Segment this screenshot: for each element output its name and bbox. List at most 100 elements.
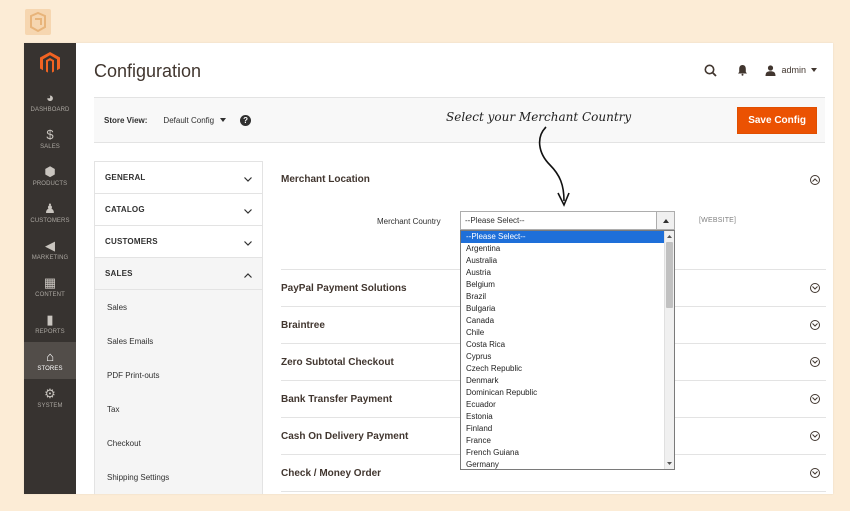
- nav-label: PRODUCTS: [32, 180, 68, 187]
- country-dropdown[interactable]: --Please Select-- Argentina Australia Austr…: [460, 230, 675, 470]
- nav-label: SYSTEM: [37, 402, 63, 409]
- collapse-icon[interactable]: [810, 174, 820, 185]
- user-name: admin: [781, 65, 806, 75]
- save-config-button[interactable]: Save Config: [737, 107, 817, 134]
- nav-label: CONTENT: [35, 291, 65, 298]
- megaphone-icon: ◀: [45, 237, 55, 253]
- merchant-country-label: Merchant Country: [377, 217, 441, 226]
- box-icon: ⬢: [44, 163, 56, 179]
- country-option[interactable]: --Please Select--: [461, 231, 665, 243]
- merchant-country-select[interactable]: --Please Select--: [460, 211, 675, 230]
- country-option[interactable]: Germany: [461, 459, 665, 469]
- dropdown-scrollbar[interactable]: [664, 231, 674, 469]
- tab-label: CATALOG: [105, 205, 145, 214]
- tab-catalog[interactable]: CATALOG: [95, 194, 262, 226]
- country-option[interactable]: Bulgaria: [461, 303, 665, 315]
- expand-icon[interactable]: [810, 468, 820, 478]
- merchant-location-header[interactable]: Merchant Location: [281, 161, 826, 198]
- header-actions: admin: [701, 61, 817, 79]
- nav-item-marketing[interactable]: ◀ MARKETING: [24, 231, 76, 268]
- tab-sales[interactable]: SALES: [95, 258, 262, 290]
- nav-item-reports[interactable]: ▮ REPORTS: [24, 305, 76, 342]
- country-option[interactable]: Costa Rica: [461, 339, 665, 351]
- nav-item-sales[interactable]: $ SALES: [24, 120, 76, 157]
- person-icon: ♟: [44, 200, 56, 216]
- page-title: Configuration: [94, 61, 202, 81]
- country-option[interactable]: Ecuador: [461, 399, 665, 411]
- tab-label: CUSTOMERS: [105, 237, 158, 246]
- country-option[interactable]: Argentina: [461, 243, 665, 255]
- dollar-icon: $: [46, 126, 54, 142]
- config-tabs: GENERAL CATALOG CUSTOMERS SALES Sales Sales E…: [94, 161, 263, 494]
- section-title: Check / Money Order: [281, 467, 382, 479]
- expand-icon[interactable]: [810, 357, 820, 367]
- sales-subitem[interactable]: Shipping Settings: [95, 460, 262, 494]
- tab-label: SALES: [105, 269, 133, 278]
- expand-icon[interactable]: [810, 283, 820, 293]
- user-icon: [765, 64, 776, 76]
- caret-up-icon[interactable]: [656, 212, 674, 229]
- sales-subitem[interactable]: Checkout: [95, 426, 262, 460]
- nav-item-dashboard[interactable]: ◕ DASHBOARD: [24, 83, 76, 120]
- nav-label: REPORTS: [35, 328, 65, 335]
- bell-icon[interactable]: [733, 61, 751, 79]
- country-option[interactable]: Belgium: [461, 279, 665, 291]
- user-menu[interactable]: admin: [765, 64, 817, 76]
- store-view-value: Default Config: [163, 115, 215, 125]
- sales-subitem[interactable]: PDF Print-outs: [95, 358, 262, 392]
- search-icon[interactable]: [701, 61, 719, 79]
- scroll-down-icon[interactable]: [665, 459, 674, 468]
- gear-icon: ⚙: [44, 385, 56, 401]
- country-option[interactable]: Canada: [461, 315, 665, 327]
- country-option[interactable]: Czech Republic: [461, 363, 665, 375]
- section-title: PayPal Payment Solutions: [281, 282, 407, 294]
- section-title: Cash On Delivery Payment: [281, 430, 409, 442]
- nav-item-customers[interactable]: ♟ CUSTOMERS: [24, 194, 76, 231]
- sales-subitem[interactable]: Tax: [95, 392, 262, 426]
- country-option[interactable]: Brazil: [461, 291, 665, 303]
- chevron-down-icon: [244, 201, 252, 219]
- chevron-down-icon: [244, 169, 252, 187]
- magento-logo-icon[interactable]: [24, 43, 76, 83]
- country-option[interactable]: France: [461, 435, 665, 447]
- nav-item-content[interactable]: ▦ CONTENT: [24, 268, 76, 305]
- admin-sidebar: ◕ DASHBOARD $ SALES ⬢ PRODUCTS ♟ CUSTOMERS ◀ MARK…: [24, 43, 76, 494]
- sales-subitem[interactable]: Sales Emails: [95, 324, 262, 358]
- nav-label: STORES: [37, 365, 63, 372]
- chevron-up-icon: [244, 265, 252, 283]
- nav-item-stores[interactable]: ⌂ STORES: [24, 342, 76, 379]
- sales-subitem[interactable]: Sales: [95, 290, 262, 324]
- country-option[interactable]: Estonia: [461, 411, 665, 423]
- expand-icon[interactable]: [810, 320, 820, 330]
- nav-label: MARKETING: [31, 254, 69, 261]
- dashboard-icon: ◕: [46, 89, 54, 105]
- expand-icon[interactable]: [810, 394, 820, 404]
- nav-label: CUSTOMERS: [30, 217, 70, 224]
- store-view-switcher[interactable]: Default Config: [163, 115, 227, 125]
- country-option[interactable]: Dominican Republic: [461, 387, 665, 399]
- country-option[interactable]: French Guiana: [461, 447, 665, 459]
- nav-label: SALES: [40, 143, 60, 150]
- site-logo-icon: [25, 9, 51, 35]
- tab-general[interactable]: GENERAL: [95, 162, 262, 194]
- country-option[interactable]: Chile: [461, 327, 665, 339]
- country-option[interactable]: Australia: [461, 255, 665, 267]
- section-title: Bank Transfer Payment: [281, 393, 393, 405]
- chevron-down-icon: [244, 233, 252, 251]
- country-option[interactable]: Austria: [461, 267, 665, 279]
- select-value: --Please Select--: [465, 216, 525, 225]
- help-icon[interactable]: ?: [240, 114, 252, 126]
- nav-item-system[interactable]: ⚙ SYSTEM: [24, 379, 76, 416]
- expand-icon[interactable]: [810, 431, 820, 441]
- country-option[interactable]: Cyprus: [461, 351, 665, 363]
- nav-label: DASHBOARD: [30, 106, 70, 113]
- section-title: Zero Subtotal Checkout: [281, 356, 394, 368]
- scrollbar-thumb[interactable]: [666, 242, 673, 308]
- scroll-up-icon[interactable]: [665, 232, 674, 241]
- country-option[interactable]: Denmark: [461, 375, 665, 387]
- country-option[interactable]: Finland: [461, 423, 665, 435]
- section-title: Merchant Location: [281, 174, 370, 185]
- tab-customers[interactable]: CUSTOMERS: [95, 226, 262, 258]
- annotation-text: Select your Merchant Country: [446, 110, 632, 124]
- nav-item-products[interactable]: ⬢ PRODUCTS: [24, 157, 76, 194]
